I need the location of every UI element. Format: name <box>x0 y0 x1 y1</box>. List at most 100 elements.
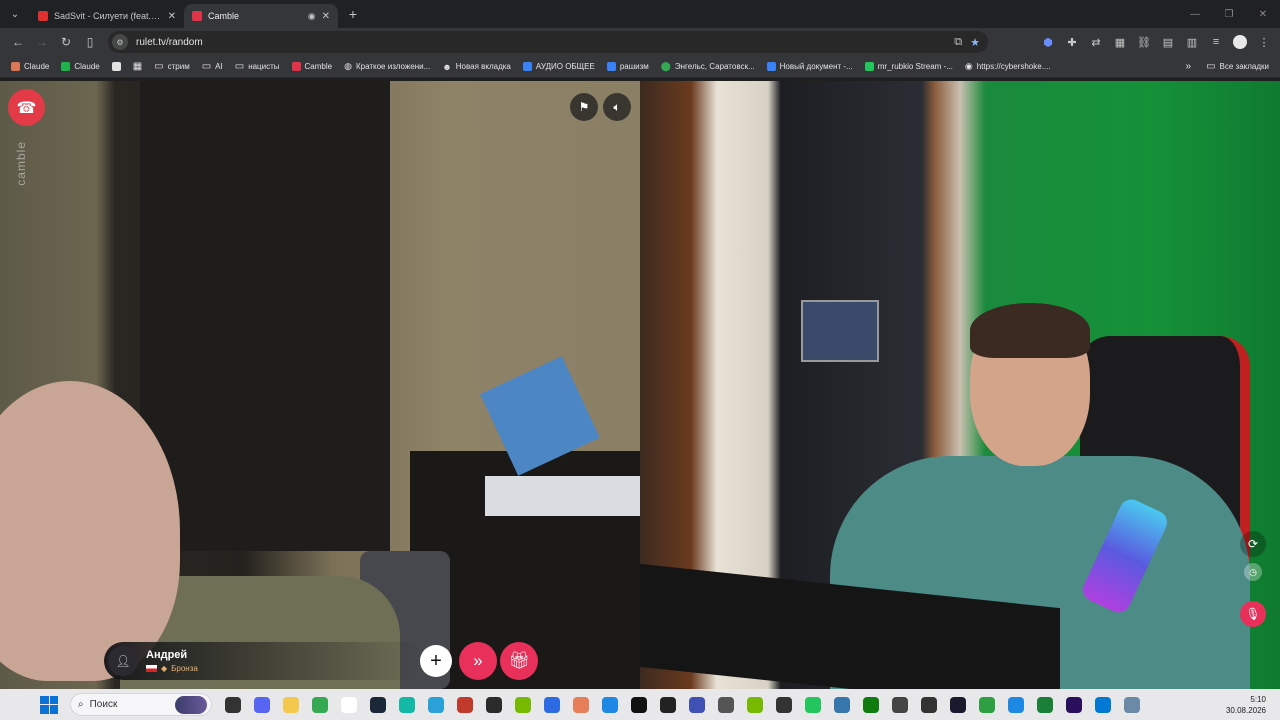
cast-icon[interactable]: ⧉ <box>954 36 962 49</box>
tab-sadsvit[interactable]: SadSvit - Силуети (feat. СТРУКТУРА) ✕ <box>30 4 184 28</box>
bookmark-camble[interactable]: Camble <box>287 58 338 76</box>
reader-icon[interactable]: ▥ <box>1182 32 1202 52</box>
doc-icon <box>522 62 532 71</box>
back-button[interactable]: ← <box>6 30 30 54</box>
translate-icon[interactable]: ⇄ <box>1086 32 1106 52</box>
page-icon <box>111 62 121 71</box>
taskbar-app-terminal[interactable] <box>479 690 508 719</box>
taskbar-app-app-list[interactable] <box>711 690 740 719</box>
taskbar-app-app-dot[interactable] <box>914 690 943 719</box>
gift-button[interactable]: 🎁︎ <box>500 642 538 680</box>
taskbar-app-app-green[interactable] <box>798 690 827 719</box>
taskbar-app-discord[interactable] <box>247 690 276 719</box>
taskbar-app-obs[interactable] <box>769 690 798 719</box>
close-tab-icon[interactable]: ✕ <box>322 11 330 22</box>
grid-icon[interactable]: ▦ <box>1110 32 1130 52</box>
address-bar[interactable]: ⚙ rulet.tv/random ⧉ ★ <box>108 31 988 53</box>
volume-button[interactable]: 🔈︎ <box>603 93 631 121</box>
taskbar-app-app-knot[interactable] <box>885 690 914 719</box>
taskbar-app-xbox[interactable] <box>856 690 885 719</box>
report-button[interactable]: ⚑ <box>570 93 598 121</box>
taskbar-app-capcut[interactable] <box>624 690 653 719</box>
side-panel-button[interactable]: ▯ <box>78 30 102 54</box>
switch-camera-button[interactable]: ⟳ <box>1240 531 1266 557</box>
forward-button[interactable]: → <box>30 30 54 54</box>
tab-strip: ⌄ SadSvit - Силуети (feat. СТРУКТУРА) ✕ … <box>0 0 1280 28</box>
media-control-icon[interactable]: ≡ <box>1206 32 1226 52</box>
taskbar-app-app-diamond[interactable] <box>682 690 711 719</box>
taskbar-app-app-grid[interactable] <box>1088 690 1117 719</box>
bookmark-folder-stream[interactable]: ▭ стрим <box>149 58 195 76</box>
microphone-button[interactable]: 🎙︎ <box>1240 601 1266 627</box>
new-tab-button[interactable]: + <box>342 3 364 25</box>
taskbar-app-openai[interactable] <box>653 690 682 719</box>
taskbar-app-app-star[interactable] <box>566 690 595 719</box>
taskbar-app-premiere[interactable] <box>1059 690 1088 719</box>
add-friend-button[interactable]: + <box>420 645 452 677</box>
extension-shield-icon[interactable]: ⬢ <box>1038 32 1058 52</box>
taskbar-app-telegram[interactable] <box>421 690 450 719</box>
taskbar-app-notepad[interactable] <box>334 690 363 719</box>
taskbar-app-task-view[interactable] <box>218 690 247 719</box>
all-bookmarks-button[interactable]: ▭ Все закладки <box>1201 58 1274 76</box>
bookmark-blank[interactable] <box>107 58 126 76</box>
taskbar-app-app-bars[interactable] <box>1030 690 1059 719</box>
timer-button[interactable]: ◷ <box>1244 563 1262 581</box>
calculator-icon[interactable]: ▤ <box>1158 32 1178 52</box>
taskbar-app-app-car[interactable] <box>1001 690 1030 719</box>
bookmark-claude-1[interactable]: Claude <box>6 58 54 76</box>
taskbar-app-arc[interactable] <box>537 690 566 719</box>
bookmark-kick-stream[interactable]: mr_rubkio Stream -... <box>860 58 958 76</box>
tab-search-button[interactable]: ⌄ <box>4 3 26 25</box>
bookmark-audio[interactable]: АУДИО ОБЩЕЕ <box>518 58 600 76</box>
restore-button[interactable]: ❐ <box>1212 0 1246 28</box>
app-green-2-icon <box>978 696 995 713</box>
more-bookmarks-icon[interactable]: » <box>1186 61 1192 72</box>
bookmark-star-icon[interactable]: ★ <box>970 36 980 49</box>
profile-avatar[interactable] <box>1230 32 1250 52</box>
search-highlight-image <box>175 695 207 714</box>
minimize-button[interactable]: — <box>1178 0 1212 28</box>
taskbar-app-chrome[interactable] <box>305 690 334 719</box>
taskbar-app-nvidia-2[interactable] <box>740 690 769 719</box>
taskbar-app-app-check[interactable] <box>595 690 624 719</box>
next-partner-button[interactable]: » <box>459 642 497 680</box>
taskbar-app-steam[interactable] <box>363 690 392 719</box>
close-tab-icon[interactable]: ✕ <box>168 11 176 22</box>
tab-camble[interactable]: Camble ◉ ✕ <box>184 4 338 28</box>
bookmark-engels[interactable]: ⬤ Энгельс, Саратовск... <box>656 58 760 76</box>
taskbar-search[interactable]: ⌕ Поиск <box>70 693 212 716</box>
extensions-puzzle-icon[interactable]: ✚ <box>1062 32 1082 52</box>
start-button[interactable] <box>40 695 58 714</box>
site-info-icon[interactable]: ⚙ <box>112 34 128 50</box>
bookmark-cybershoke[interactable]: ◉ https://cybershoke.... <box>960 58 1056 76</box>
bookmark-rashism[interactable]: рашизм <box>602 58 654 76</box>
menu-kebab-icon[interactable]: ⋮ <box>1254 32 1274 52</box>
bookmark-folder-ai[interactable]: ▭ AI <box>197 58 228 76</box>
taskbar-app-app-x[interactable] <box>943 690 972 719</box>
taskbar-app-app-cyan[interactable] <box>392 690 421 719</box>
taskbar-app-nvidia[interactable] <box>508 690 537 719</box>
hangup-button[interactable]: ☎ <box>8 89 45 126</box>
windows-taskbar: ⌕ Поиск 5:10 30.08.2026 <box>0 689 1280 720</box>
bookmark-folder-nazi[interactable]: ▭ нацисты <box>230 58 285 76</box>
bookmarks-bar: Claude Claude ▦ ▭ стрим ▭ AI ▭ нацисты Camb… <box>0 56 1280 78</box>
system-tray-clock[interactable]: 5:10 30.08.2026 <box>1226 689 1266 720</box>
close-window-button[interactable]: ✕ <box>1246 0 1280 28</box>
partner-info-card[interactable]: 👤︎ Андрей ◆ Бронза <box>104 642 424 680</box>
bookmark-new-tab[interactable]: ☻ Новая вкладка <box>437 58 516 76</box>
steam-icon <box>369 696 386 713</box>
bookmark-new-doc[interactable]: Новый документ -... <box>762 58 858 76</box>
taskbar-app-file-explorer[interactable] <box>276 690 305 719</box>
partner-name: Андрей <box>146 649 188 661</box>
link-icon[interactable]: ⛓ <box>1134 32 1154 52</box>
reload-button[interactable]: ↻ <box>54 30 78 54</box>
bookmark-summary[interactable]: ◍ Краткое изложени... <box>339 58 435 76</box>
taskbar-app-app-db[interactable] <box>450 690 479 719</box>
taskbar-app-python[interactable] <box>827 690 856 719</box>
taskbar-app-app-green-2[interactable] <box>972 690 1001 719</box>
address-text[interactable]: rulet.tv/random <box>136 37 946 48</box>
taskbar-app-app-photo[interactable] <box>1117 690 1146 719</box>
bookmark-apps[interactable]: ▦ <box>128 58 147 76</box>
bookmark-claude-2[interactable]: Claude <box>56 58 104 76</box>
